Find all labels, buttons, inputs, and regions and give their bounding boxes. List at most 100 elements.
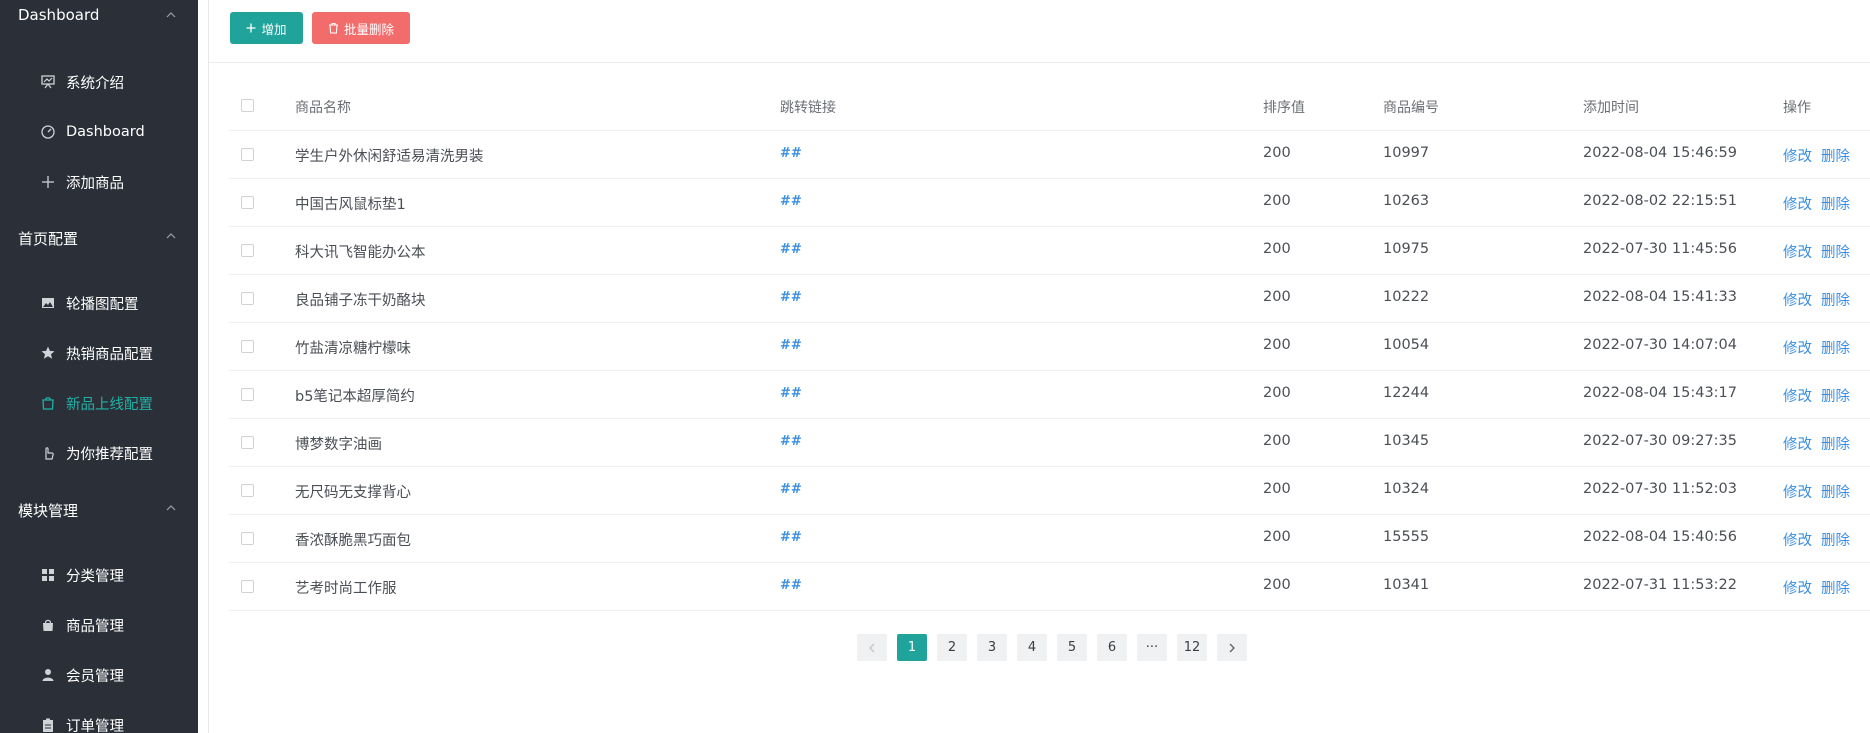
sidebar-item-label: 添加商品 xyxy=(66,175,124,192)
menu-group-modules[interactable]: 模块管理 xyxy=(18,500,78,521)
jump-link[interactable]: ## xyxy=(780,386,802,401)
chevron-up-icon[interactable] xyxy=(166,503,176,513)
product-name: 博梦数字油画 xyxy=(295,437,382,453)
add-button-label: 增加 xyxy=(261,21,287,37)
added-time: 2022-07-30 14:07:04 xyxy=(1583,337,1737,353)
order-value: 200 xyxy=(1263,529,1291,545)
sidebar-item-recommend[interactable]: 为你推荐配置 xyxy=(40,439,190,467)
delete-button[interactable]: 删除 xyxy=(1821,289,1850,310)
column-header-id: 商品编号 xyxy=(1383,100,1439,116)
jump-link[interactable]: ## xyxy=(780,194,802,209)
shopping-bag-icon xyxy=(40,395,56,411)
row-checkbox[interactable] xyxy=(241,484,254,497)
chevron-up-icon[interactable] xyxy=(166,231,176,241)
edit-button[interactable]: 修改 xyxy=(1783,529,1812,550)
added-time: 2022-08-04 15:40:56 xyxy=(1583,529,1737,545)
product-id: 10324 xyxy=(1383,481,1430,497)
jump-link[interactable]: ## xyxy=(780,290,802,305)
table-row: 良品铺子冻干奶酪块 ## 200 10222 2022-08-04 15:41:33 修改… xyxy=(229,274,1870,322)
row-checkbox[interactable] xyxy=(241,196,254,209)
jump-link[interactable]: ## xyxy=(780,338,802,353)
column-header-order: 排序值 xyxy=(1263,100,1305,116)
toolbar: 增加 批量删除 xyxy=(209,0,1870,63)
edit-button[interactable]: 修改 xyxy=(1783,577,1812,598)
row-checkbox[interactable] xyxy=(241,436,254,449)
jump-link[interactable]: ## xyxy=(780,482,802,497)
jump-link[interactable]: ## xyxy=(780,530,802,545)
edit-button[interactable]: 修改 xyxy=(1783,433,1812,454)
row-checkbox[interactable] xyxy=(241,532,254,545)
jump-link[interactable]: ## xyxy=(780,242,802,257)
sidebar-item-orders[interactable]: 订单管理 xyxy=(40,711,190,733)
table-row: b5笔记本超厚简约 ## 200 12244 2022-08-04 15:43:17 修改… xyxy=(229,370,1870,418)
product-id: 10054 xyxy=(1383,337,1430,353)
page-button-3[interactable]: 3 xyxy=(977,634,1007,661)
batch-delete-button[interactable]: 批量删除 xyxy=(312,12,410,44)
sidebar-item-products[interactable]: 商品管理 xyxy=(40,611,190,639)
edit-button[interactable]: 修改 xyxy=(1783,145,1812,166)
delete-button[interactable]: 删除 xyxy=(1821,577,1850,598)
row-checkbox[interactable] xyxy=(241,148,254,161)
product-name: 科大讯飞智能办公本 xyxy=(295,245,426,261)
edit-button[interactable]: 修改 xyxy=(1783,337,1812,358)
page-button-4[interactable]: 4 xyxy=(1017,634,1047,661)
next-page-button[interactable] xyxy=(1217,634,1247,661)
page-button-2[interactable]: 2 xyxy=(937,634,967,661)
order-value: 200 xyxy=(1263,433,1291,449)
delete-button[interactable]: 删除 xyxy=(1821,241,1850,262)
order-value: 200 xyxy=(1263,241,1291,257)
sidebar-item-dashboard[interactable]: Dashboard xyxy=(40,118,190,146)
sidebar-item-system-intro[interactable]: 系统介绍 xyxy=(40,68,190,96)
delete-button[interactable]: 删除 xyxy=(1821,193,1850,214)
chevron-up-icon[interactable] xyxy=(166,10,176,20)
delete-button[interactable]: 删除 xyxy=(1821,481,1850,502)
menu-group-dashboard[interactable]: Dashboard xyxy=(18,6,99,24)
sidebar-item-label: 分类管理 xyxy=(66,568,124,585)
added-time: 2022-07-31 11:53:22 xyxy=(1583,577,1737,593)
delete-button[interactable]: 删除 xyxy=(1821,529,1850,550)
chevron-left-icon xyxy=(869,643,875,652)
row-checkbox[interactable] xyxy=(241,292,254,305)
sidebar-item-categories[interactable]: 分类管理 xyxy=(40,561,190,589)
added-time: 2022-07-30 09:27:35 xyxy=(1583,433,1737,449)
sidebar-item-new-products[interactable]: 新品上线配置 xyxy=(40,389,190,417)
delete-button[interactable]: 删除 xyxy=(1821,385,1850,406)
image-icon xyxy=(40,295,56,311)
column-header-name: 商品名称 xyxy=(295,100,351,116)
sidebar-item-hot-products[interactable]: 热销商品配置 xyxy=(40,339,190,367)
table-row: 科大讯飞智能办公本 ## 200 10975 2022-07-30 11:45:56 修改… xyxy=(229,226,1870,274)
prev-page-button[interactable] xyxy=(857,634,887,661)
sidebar-item-label: 系统介绍 xyxy=(66,75,124,92)
product-name: b5笔记本超厚简约 xyxy=(295,389,415,405)
edit-button[interactable]: 修改 xyxy=(1783,481,1812,502)
row-checkbox[interactable] xyxy=(241,244,254,257)
page-button-6[interactable]: 6 xyxy=(1097,634,1127,661)
sidebar-item-carousel-config[interactable]: 轮播图配置 xyxy=(40,289,190,317)
product-name: 学生户外休闲舒适易清洗男装 xyxy=(295,149,484,165)
delete-button[interactable]: 删除 xyxy=(1821,433,1850,454)
delete-button[interactable]: 删除 xyxy=(1821,337,1850,358)
product-id: 10341 xyxy=(1383,577,1430,593)
add-button[interactable]: 增加 xyxy=(230,12,303,44)
select-all-checkbox[interactable] xyxy=(241,99,254,112)
page-ellipsis[interactable]: ··· xyxy=(1137,634,1167,661)
page-button-5[interactable]: 5 xyxy=(1057,634,1087,661)
product-name: 艺考时尚工作服 xyxy=(295,581,397,597)
row-checkbox[interactable] xyxy=(241,340,254,353)
row-checkbox[interactable] xyxy=(241,388,254,401)
jump-link[interactable]: ## xyxy=(780,146,802,161)
edit-button[interactable]: 修改 xyxy=(1783,193,1812,214)
plus-icon xyxy=(246,23,256,33)
edit-button[interactable]: 修改 xyxy=(1783,241,1812,262)
page-button-12[interactable]: 12 xyxy=(1177,634,1207,661)
row-checkbox[interactable] xyxy=(241,580,254,593)
jump-link[interactable]: ## xyxy=(780,578,802,593)
delete-button[interactable]: 删除 xyxy=(1821,145,1850,166)
edit-button[interactable]: 修改 xyxy=(1783,385,1812,406)
jump-link[interactable]: ## xyxy=(780,434,802,449)
sidebar-item-add-product[interactable]: 添加商品 xyxy=(40,168,190,196)
page-button-1[interactable]: 1 xyxy=(897,634,927,661)
sidebar-item-members[interactable]: 会员管理 xyxy=(40,661,190,689)
edit-button[interactable]: 修改 xyxy=(1783,289,1812,310)
menu-group-home-config[interactable]: 首页配置 xyxy=(18,228,78,249)
